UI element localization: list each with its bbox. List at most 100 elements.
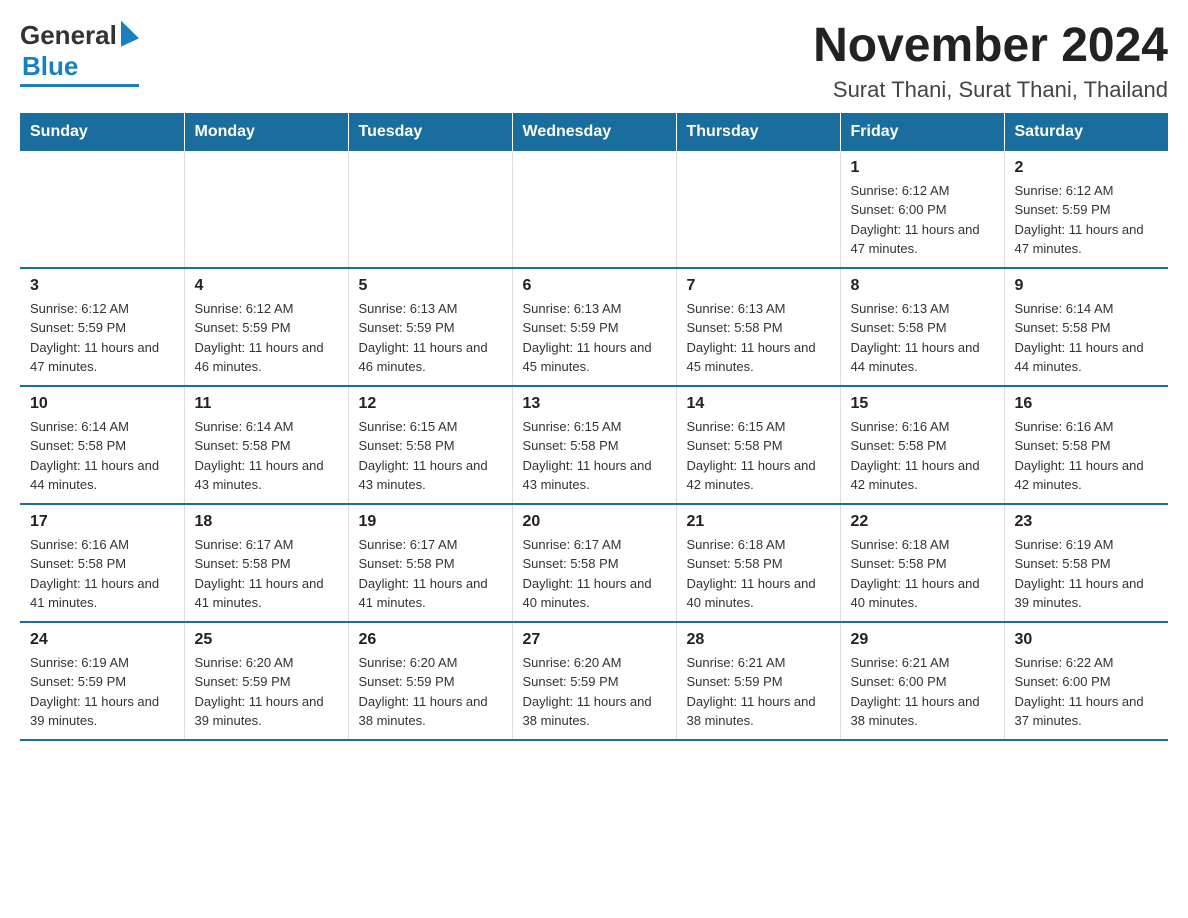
calendar-week-row: 3 Sunrise: 6:12 AM Sunset: 5:59 PM Daylig… — [20, 268, 1168, 386]
day-number: 14 — [687, 395, 830, 413]
day-info: Sunrise: 6:16 AM Sunset: 5:58 PM Dayligh… — [1015, 417, 1159, 495]
calendar-cell: 10Sunrise: 6:14 AM Sunset: 5:58 PM Dayli… — [20, 386, 184, 504]
calendar-cell: 19Sunrise: 6:17 AM Sunset: 5:58 PM Dayli… — [348, 504, 512, 622]
calendar-cell: 7 Sunrise: 6:13 AM Sunset: 5:58 PM Daylig… — [676, 268, 840, 386]
logo-arrow-icon — [121, 20, 139, 51]
day-number: 19 — [359, 513, 502, 531]
day-number: 11 — [195, 395, 338, 413]
calendar-header-sunday: Sunday — [20, 113, 184, 151]
page-title: November 2024 — [813, 20, 1168, 73]
calendar-header-thursday: Thursday — [676, 113, 840, 151]
day-info: Sunrise: 6:20 AM Sunset: 5:59 PM Dayligh… — [359, 653, 502, 731]
calendar-cell: 8 Sunrise: 6:13 AM Sunset: 5:58 PM Daylig… — [840, 268, 1004, 386]
day-number: 6 — [523, 277, 666, 295]
day-info: Sunrise: 6:18 AM Sunset: 5:58 PM Dayligh… — [687, 535, 830, 613]
calendar-header-monday: Monday — [184, 113, 348, 151]
calendar-week-row: 1Sunrise: 6:12 AM Sunset: 6:00 PM Daylig… — [20, 151, 1168, 268]
calendar-cell: 13 Sunrise: 6:15 AM Sunset: 5:58 PM Dayli… — [512, 386, 676, 504]
page-subtitle: Surat Thani, Surat Thani, Thailand — [813, 77, 1168, 103]
day-info: Sunrise: 6:15 AM Sunset: 5:58 PM Dayligh… — [359, 417, 502, 495]
day-info: Sunrise: 6:12 AM Sunset: 5:59 PM Dayligh… — [1015, 181, 1159, 259]
day-number: 21 — [687, 513, 830, 531]
calendar-cell — [184, 151, 348, 268]
day-number: 1 — [851, 159, 994, 177]
calendar-cell: 15Sunrise: 6:16 AM Sunset: 5:58 PM Dayli… — [840, 386, 1004, 504]
calendar-header-tuesday: Tuesday — [348, 113, 512, 151]
day-number: 8 — [851, 277, 994, 295]
day-number: 28 — [687, 631, 830, 649]
day-number: 13 — [523, 395, 666, 413]
calendar-week-row: 17 Sunrise: 6:16 AM Sunset: 5:58 PM Dayli… — [20, 504, 1168, 622]
day-info: Sunrise: 6:16 AM Sunset: 5:58 PM Dayligh… — [30, 535, 174, 613]
calendar-cell: 2Sunrise: 6:12 AM Sunset: 5:59 PM Daylig… — [1004, 151, 1168, 268]
calendar-cell: 25 Sunrise: 6:20 AM Sunset: 5:59 PM Dayli… — [184, 622, 348, 740]
calendar-cell: 9 Sunrise: 6:14 AM Sunset: 5:58 PM Daylig… — [1004, 268, 1168, 386]
calendar-cell: 29 Sunrise: 6:21 AM Sunset: 6:00 PM Dayli… — [840, 622, 1004, 740]
calendar-header-friday: Friday — [840, 113, 1004, 151]
day-info: Sunrise: 6:19 AM Sunset: 5:59 PM Dayligh… — [30, 653, 174, 731]
day-info: Sunrise: 6:14 AM Sunset: 5:58 PM Dayligh… — [1015, 299, 1159, 377]
calendar-week-row: 24 Sunrise: 6:19 AM Sunset: 5:59 PM Dayli… — [20, 622, 1168, 740]
calendar-cell: 21 Sunrise: 6:18 AM Sunset: 5:58 PM Dayli… — [676, 504, 840, 622]
day-number: 27 — [523, 631, 666, 649]
logo-general-text: General — [20, 20, 117, 51]
day-info: Sunrise: 6:20 AM Sunset: 5:59 PM Dayligh… — [195, 653, 338, 731]
day-info: Sunrise: 6:22 AM Sunset: 6:00 PM Dayligh… — [1015, 653, 1159, 731]
day-info: Sunrise: 6:13 AM Sunset: 5:59 PM Dayligh… — [523, 299, 666, 377]
day-info: Sunrise: 6:12 AM Sunset: 5:59 PM Dayligh… — [30, 299, 174, 377]
day-info: Sunrise: 6:12 AM Sunset: 5:59 PM Dayligh… — [195, 299, 338, 377]
day-info: Sunrise: 6:14 AM Sunset: 5:58 PM Dayligh… — [30, 417, 174, 495]
day-number: 9 — [1015, 277, 1159, 295]
calendar-cell: 30 Sunrise: 6:22 AM Sunset: 6:00 PM Dayli… — [1004, 622, 1168, 740]
day-info: Sunrise: 6:13 AM Sunset: 5:59 PM Dayligh… — [359, 299, 502, 377]
day-number: 20 — [523, 513, 666, 531]
calendar-cell: 14 Sunrise: 6:15 AM Sunset: 5:58 PM Dayli… — [676, 386, 840, 504]
day-number: 22 — [851, 513, 994, 531]
calendar-week-row: 10Sunrise: 6:14 AM Sunset: 5:58 PM Dayli… — [20, 386, 1168, 504]
calendar-cell: 6 Sunrise: 6:13 AM Sunset: 5:59 PM Daylig… — [512, 268, 676, 386]
day-number: 7 — [687, 277, 830, 295]
calendar-cell: 28 Sunrise: 6:21 AM Sunset: 5:59 PM Dayli… — [676, 622, 840, 740]
day-info: Sunrise: 6:13 AM Sunset: 5:58 PM Dayligh… — [687, 299, 830, 377]
calendar-cell: 11Sunrise: 6:14 AM Sunset: 5:58 PM Dayli… — [184, 386, 348, 504]
calendar-cell: 24 Sunrise: 6:19 AM Sunset: 5:59 PM Dayli… — [20, 622, 184, 740]
calendar-header-wednesday: Wednesday — [512, 113, 676, 151]
calendar-cell — [676, 151, 840, 268]
logo-blue-text: Blue — [20, 51, 78, 81]
calendar-header-row: SundayMondayTuesdayWednesdayThursdayFrid… — [20, 113, 1168, 151]
day-info: Sunrise: 6:17 AM Sunset: 5:58 PM Dayligh… — [195, 535, 338, 613]
day-info: Sunrise: 6:21 AM Sunset: 5:59 PM Dayligh… — [687, 653, 830, 731]
calendar-cell: 20 Sunrise: 6:17 AM Sunset: 5:58 PM Dayli… — [512, 504, 676, 622]
day-info: Sunrise: 6:18 AM Sunset: 5:58 PM Dayligh… — [851, 535, 994, 613]
day-info: Sunrise: 6:16 AM Sunset: 5:58 PM Dayligh… — [851, 417, 994, 495]
calendar-cell: 18Sunrise: 6:17 AM Sunset: 5:58 PM Dayli… — [184, 504, 348, 622]
logo: General Blue — [20, 20, 139, 87]
day-info: Sunrise: 6:15 AM Sunset: 5:58 PM Dayligh… — [687, 417, 830, 495]
day-number: 29 — [851, 631, 994, 649]
calendar-cell: 17 Sunrise: 6:16 AM Sunset: 5:58 PM Dayli… — [20, 504, 184, 622]
calendar-cell — [348, 151, 512, 268]
calendar-cell: 27 Sunrise: 6:20 AM Sunset: 5:59 PM Dayli… — [512, 622, 676, 740]
calendar-cell: 12Sunrise: 6:15 AM Sunset: 5:58 PM Dayli… — [348, 386, 512, 504]
calendar-cell: 22 Sunrise: 6:18 AM Sunset: 5:58 PM Dayli… — [840, 504, 1004, 622]
day-number: 5 — [359, 277, 502, 295]
day-number: 3 — [30, 277, 174, 295]
day-number: 17 — [30, 513, 174, 531]
calendar-cell — [20, 151, 184, 268]
calendar-cell: 4 Sunrise: 6:12 AM Sunset: 5:59 PM Daylig… — [184, 268, 348, 386]
day-number: 30 — [1015, 631, 1159, 649]
day-info: Sunrise: 6:21 AM Sunset: 6:00 PM Dayligh… — [851, 653, 994, 731]
calendar-cell: 26Sunrise: 6:20 AM Sunset: 5:59 PM Dayli… — [348, 622, 512, 740]
day-info: Sunrise: 6:17 AM Sunset: 5:58 PM Dayligh… — [523, 535, 666, 613]
calendar-cell: 16 Sunrise: 6:16 AM Sunset: 5:58 PM Dayli… — [1004, 386, 1168, 504]
day-info: Sunrise: 6:13 AM Sunset: 5:58 PM Dayligh… — [851, 299, 994, 377]
calendar-header-saturday: Saturday — [1004, 113, 1168, 151]
logo-underline — [20, 84, 139, 87]
calendar-cell: 3 Sunrise: 6:12 AM Sunset: 5:59 PM Daylig… — [20, 268, 184, 386]
day-number: 25 — [195, 631, 338, 649]
day-number: 4 — [195, 277, 338, 295]
day-info: Sunrise: 6:15 AM Sunset: 5:58 PM Dayligh… — [523, 417, 666, 495]
day-info: Sunrise: 6:20 AM Sunset: 5:59 PM Dayligh… — [523, 653, 666, 731]
day-number: 24 — [30, 631, 174, 649]
day-number: 16 — [1015, 395, 1159, 413]
